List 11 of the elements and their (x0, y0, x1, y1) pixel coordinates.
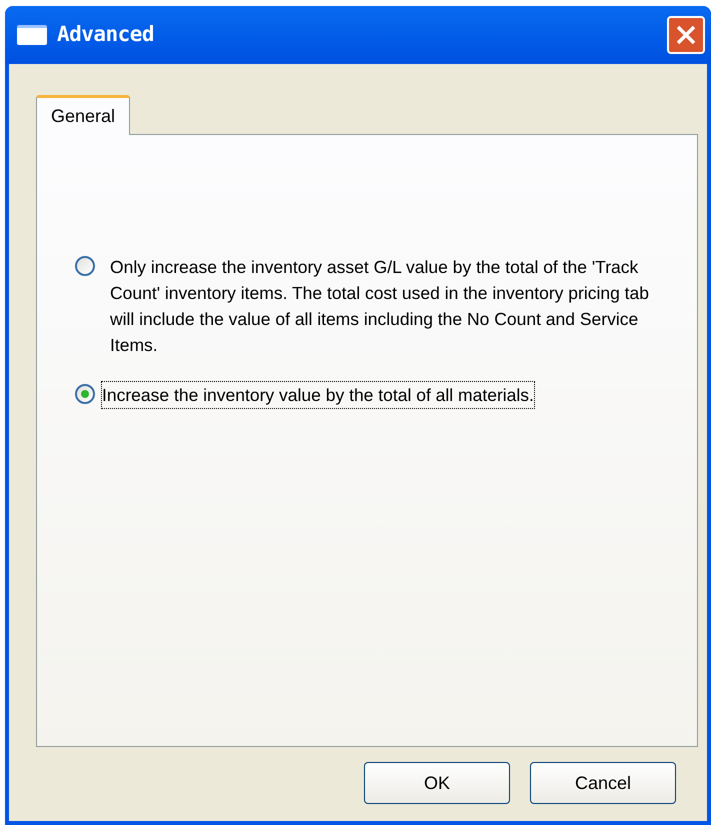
radio-label[interactable]: Only increase the inventory asset G/L value by the total of the 'Track Count' inventory items. The total cost used in the inventory pricing tab will include the value of all items including the No Count and Service Items. (109, 253, 667, 359)
radio-button[interactable] (75, 384, 95, 404)
dialog-button[interactable]: OK (364, 762, 510, 804)
close-icon (675, 24, 697, 46)
tab[interactable]: General (36, 95, 130, 135)
radio-label[interactable]: Increase the inventory value by the total of all materials. (101, 381, 535, 409)
radio-button[interactable] (75, 256, 95, 276)
window-title: Advanced (57, 21, 154, 48)
dialog-button[interactable]: Cancel (530, 762, 676, 804)
window-icon (17, 25, 47, 45)
close-button[interactable] (667, 16, 705, 54)
